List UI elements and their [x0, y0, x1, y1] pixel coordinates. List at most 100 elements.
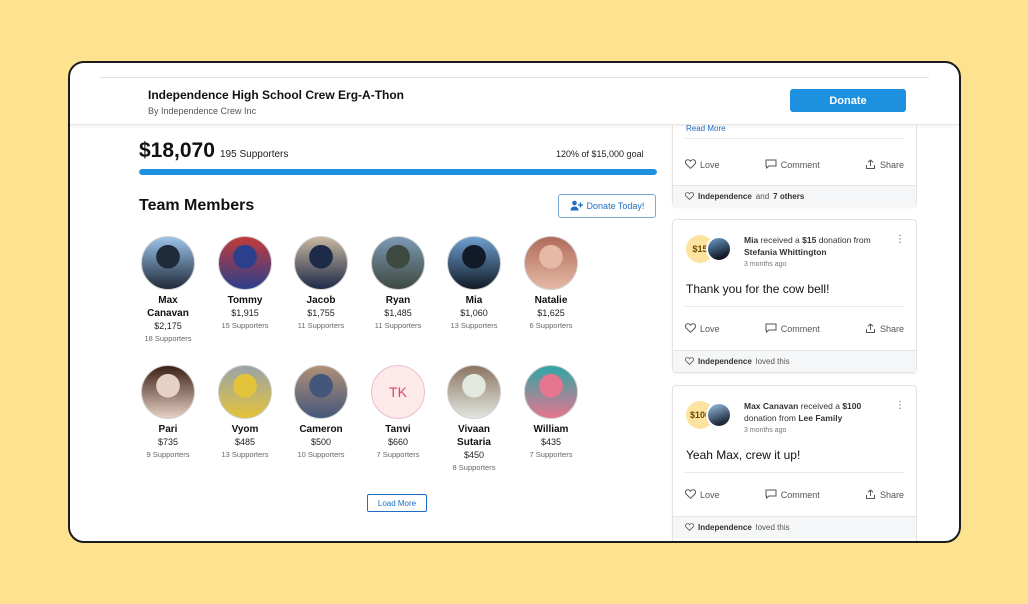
team-member-card[interactable]: Vyom $485 13 Supporters: [210, 365, 280, 460]
card-divider: [685, 306, 904, 307]
heart-icon: [685, 522, 694, 533]
likes-text: and: [755, 192, 770, 201]
more-options-icon[interactable]: ⋮: [895, 400, 905, 411]
member-supporters: 9 Supporters: [146, 450, 190, 459]
heart-icon: [685, 356, 694, 367]
card-actions: Love Comment Share: [673, 318, 916, 340]
team-member-card[interactable]: Vivaan Sutaria $450 8 Supporters: [439, 365, 509, 473]
member-name: Natalie: [534, 295, 568, 306]
member-supporters: 13 Supporters: [450, 321, 498, 330]
comment-label: Comment: [780, 324, 820, 334]
team-member-card[interactable]: Cameron $500 10 Supporters: [286, 365, 356, 460]
avatar[interactable]: [218, 365, 272, 419]
comment-button[interactable]: Comment: [765, 323, 820, 335]
share-button[interactable]: Share: [865, 322, 904, 336]
team-member-card[interactable]: Natalie $1,625 6 Supporters: [516, 236, 586, 331]
member-supporters: 13 Supporters: [221, 450, 269, 459]
heart-icon: [684, 159, 697, 171]
love-button[interactable]: Love: [684, 323, 720, 335]
member-name: Jacob: [306, 295, 336, 306]
donor-avatar: [706, 236, 732, 262]
read-more-link[interactable]: Read More: [686, 125, 726, 133]
member-supporters: 10 Supporters: [297, 450, 345, 459]
avatar[interactable]: [294, 365, 348, 419]
team-member-card[interactable]: Pari $735 9 Supporters: [133, 365, 203, 460]
member-amount: $735: [157, 437, 179, 447]
comment-button[interactable]: Comment: [765, 489, 820, 501]
love-label: Love: [700, 160, 720, 170]
member-amount: $500: [310, 437, 332, 447]
comment-button[interactable]: Comment: [765, 159, 820, 171]
add-person-icon: [570, 200, 583, 213]
member-amount: $2,175: [154, 321, 182, 331]
member-supporters: 18 Supporters: [144, 334, 192, 343]
member-name: Ryan: [385, 295, 411, 306]
avatar[interactable]: [141, 236, 195, 290]
love-button[interactable]: Love: [684, 159, 720, 171]
card-actions: Love Comment Share: [673, 154, 916, 176]
share-icon: [865, 322, 876, 336]
donation-message: Thank you for the cow bell!: [686, 282, 830, 296]
team-member-card[interactable]: Ryan $1,485 11 Supporters: [363, 236, 433, 331]
donate-today-button[interactable]: Donate Today!: [558, 194, 656, 218]
card-divider: [685, 472, 904, 473]
avatar[interactable]: [294, 236, 348, 290]
member-supporters: 7 Supporters: [529, 450, 573, 459]
team-member-card[interactable]: Tommy $1,915 15 Supporters: [210, 236, 280, 331]
avatar[interactable]: [218, 236, 272, 290]
share-icon: [865, 158, 876, 172]
progress-fill: [139, 169, 657, 175]
member-amount: $1,915: [231, 308, 259, 318]
member-supporters: 8 Supporters: [452, 463, 496, 472]
donor-avatar: [706, 402, 732, 428]
comment-label: Comment: [780, 160, 820, 170]
donate-button[interactable]: Donate: [790, 89, 906, 112]
likes-summary[interactable]: Independence loved this: [673, 350, 916, 372]
more-options-icon[interactable]: ⋮: [895, 234, 905, 245]
donation-time: 3 months ago: [744, 261, 787, 268]
comment-label: Comment: [780, 490, 820, 500]
heart-icon: [684, 323, 697, 335]
card-divider: [685, 138, 904, 139]
likes-name: Independence: [698, 357, 752, 366]
member-name: Vivaan: [457, 424, 491, 435]
share-button[interactable]: Share: [865, 158, 904, 172]
team-member-card[interactable]: Mia $1,060 13 Supporters: [439, 236, 509, 331]
amount-raised: $18,070: [139, 139, 215, 162]
avatar[interactable]: [447, 365, 501, 419]
heart-icon: [684, 489, 697, 501]
donate-today-label: Donate Today!: [586, 201, 645, 211]
avatar[interactable]: [141, 365, 195, 419]
member-amount: $485: [234, 437, 256, 447]
member-amount: $1,625: [537, 308, 565, 318]
member-amount: $1,485: [384, 308, 412, 318]
love-button[interactable]: Love: [684, 489, 720, 501]
donation-card: $100 Max Canavan received a $100 donatio…: [672, 385, 917, 541]
member-name: Tanvi: [385, 424, 411, 435]
feed-card: Read More Love Comment Share Independenc…: [672, 125, 917, 207]
share-button[interactable]: Share: [865, 488, 904, 502]
avatar[interactable]: [447, 236, 501, 290]
member-supporters: 15 Supporters: [221, 321, 269, 330]
team-member-card[interactable]: Jacob $1,755 11 Supporters: [286, 236, 356, 331]
member-supporters: 11 Supporters: [374, 321, 422, 330]
member-amount: $450: [463, 450, 485, 460]
avatar[interactable]: TK: [371, 365, 425, 419]
likes-summary[interactable]: Independence and 7 others: [673, 185, 916, 207]
avatar[interactable]: [524, 236, 578, 290]
donation-time: 3 months ago: [744, 427, 787, 434]
member-name: Vyom: [231, 424, 259, 435]
likes-name: Independence: [698, 192, 752, 201]
campaign-title: Independence High School Crew Erg-A-Thon: [148, 88, 405, 102]
member-amount: $435: [540, 437, 562, 447]
team-member-card[interactable]: William $435 7 Supporters: [516, 365, 586, 460]
likes-summary[interactable]: Independence loved this: [673, 516, 916, 538]
share-icon: [865, 488, 876, 502]
load-more-button[interactable]: Load More: [367, 494, 427, 512]
team-member-card[interactable]: Max Canavan $2,175 18 Supporters: [133, 236, 203, 344]
avatar[interactable]: [371, 236, 425, 290]
likes-others: 7 others: [773, 192, 805, 201]
team-member-card[interactable]: TK Tanvi $660 7 Supporters: [363, 365, 433, 460]
avatar[interactable]: [524, 365, 578, 419]
member-amount: $1,755: [307, 308, 335, 318]
